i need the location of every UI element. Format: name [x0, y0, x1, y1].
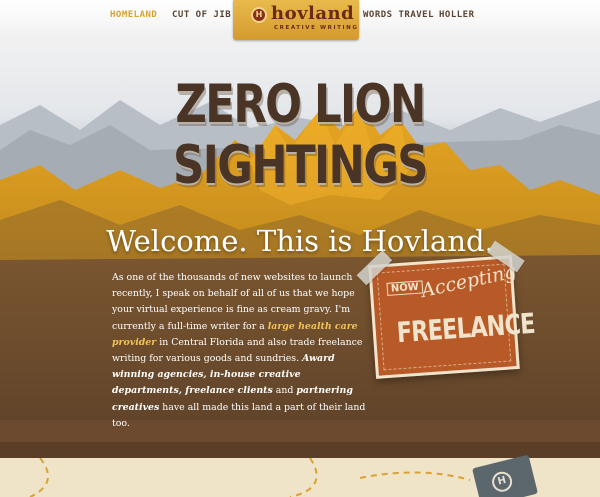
sign-now-label: NOW: [386, 280, 424, 296]
h-badge-icon: H: [489, 469, 515, 494]
freelance-sign[interactable]: NOW Accepting FREELANCE: [356, 240, 536, 379]
logo-badge-icon: H: [251, 7, 267, 23]
logo-wordmark: hovland: [271, 3, 355, 24]
hero-headline: ZERO LION SIGHTINGS: [173, 74, 429, 196]
sign-board: NOW Accepting FREELANCE: [368, 255, 536, 379]
nav-link-holler[interactable]: HOLLER: [439, 10, 475, 20]
map-band: H: [0, 454, 600, 497]
intro-paragraph: As one of the thousands of new websites …: [112, 270, 370, 432]
nav-link-homeland[interactable]: HOMELAND: [110, 10, 157, 20]
site-logo[interactable]: H hovland CREATIVE WRITING: [233, 0, 359, 40]
logo-tagline: CREATIVE WRITING: [274, 25, 359, 31]
hero-section: ZERO LION SIGHTINGS Welcome. This is Hov…: [0, 30, 600, 458]
nav-link-cut-of-jib[interactable]: CUT OF JIB: [172, 10, 231, 20]
nav-link-words-travel[interactable]: WORDS TRAVEL: [363, 10, 434, 20]
intro-text-3: and: [272, 385, 297, 397]
